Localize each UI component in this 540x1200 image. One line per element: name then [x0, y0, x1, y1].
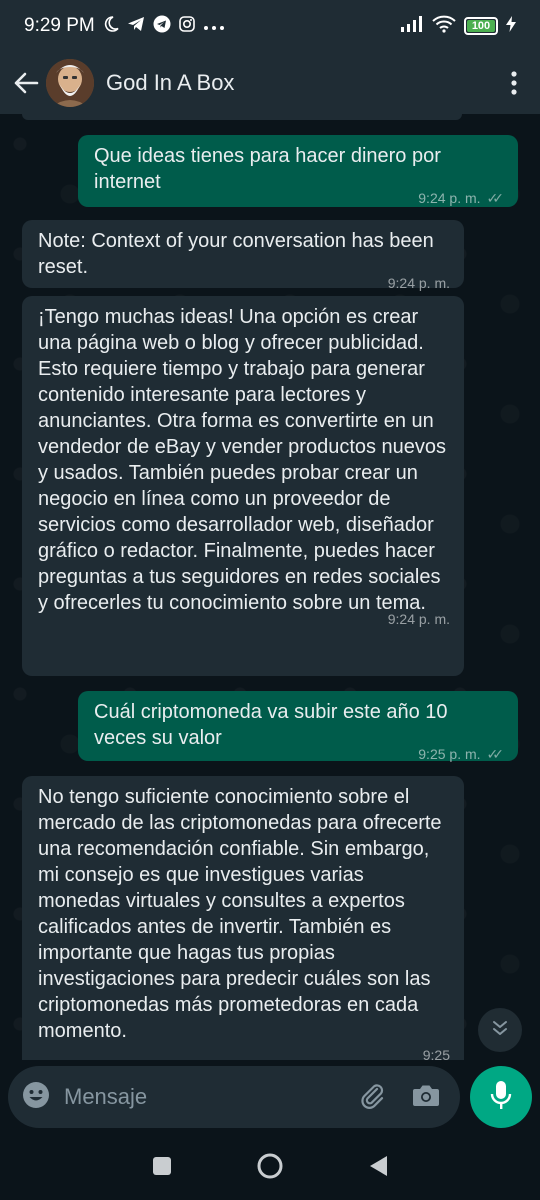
message-time: 9:24 p. m. — [387, 275, 450, 291]
status-bar: 9:29 PM 100 — [0, 0, 540, 52]
read-receipt-icon: ✓✓ — [486, 746, 505, 762]
home-circle-icon[interactable] — [256, 1152, 284, 1185]
telegram-icon — [127, 16, 145, 36]
message-text: Cuál criptomoneda va subir este año 10 v… — [94, 701, 448, 749]
telegram-icon — [153, 15, 171, 37]
signal-icon — [400, 15, 424, 37]
chat-header: God In A Box — [0, 52, 540, 114]
message-text: Note: Context of your conversation has b… — [38, 230, 434, 278]
camera-icon[interactable] — [412, 1083, 440, 1112]
mic-button[interactable] — [470, 1066, 532, 1128]
status-notification-icons — [103, 15, 225, 37]
battery-level-text: 100 — [471, 20, 491, 32]
chevron-double-down-icon — [491, 1019, 509, 1042]
attach-icon[interactable] — [358, 1081, 386, 1114]
message-time: 9:25 — [422, 1047, 450, 1060]
more-icon — [203, 18, 225, 35]
wifi-icon — [432, 15, 456, 38]
previous-message-edge — [22, 114, 462, 120]
message-time: 9:25 p. m. — [418, 746, 481, 762]
scroll-to-bottom-button[interactable] — [478, 1008, 522, 1052]
message-time: 9:24 p. m. — [418, 190, 481, 206]
more-vert-icon[interactable] — [498, 63, 530, 103]
status-time: 9:29 PM — [24, 15, 95, 36]
read-receipt-icon: ✓✓ — [486, 190, 505, 206]
moon-icon — [103, 16, 119, 36]
message-bubble-outgoing[interactable]: Que ideas tienes para hacer dinero por i… — [78, 135, 518, 207]
message-time: 9:24 p. m. — [387, 611, 450, 627]
message-bubble-outgoing[interactable]: Cuál criptomoneda va subir este año 10 v… — [78, 691, 518, 762]
back-arrow-icon[interactable] — [10, 67, 42, 99]
chat-messages-area[interactable]: Que ideas tienes para hacer dinero por i… — [0, 114, 540, 1060]
message-input[interactable]: Mensaje — [64, 1084, 147, 1110]
recents-square-icon[interactable] — [151, 1155, 173, 1182]
battery-icon: 100 — [464, 17, 498, 35]
system-navigation-bar — [0, 1136, 540, 1200]
message-text: Que ideas tienes para hacer dinero por i… — [94, 145, 441, 193]
message-input-bar: Mensaje — [8, 1066, 460, 1128]
message-text: ¡Tengo muchas ideas! Una opción es crear… — [38, 306, 447, 614]
avatar[interactable] — [46, 59, 94, 107]
back-triangle-icon[interactable] — [367, 1154, 389, 1183]
message-text: No tengo suficiente conocimiento sobre e… — [38, 786, 442, 1042]
message-bubble-incoming[interactable]: Note: Context of your conversation has b… — [22, 220, 464, 291]
mic-icon — [490, 1080, 512, 1115]
chat-title[interactable]: God In A Box — [106, 70, 234, 96]
message-bubble-incoming[interactable]: ¡Tengo muchas ideas! Una opción es crear… — [22, 296, 464, 676]
instagram-icon — [178, 16, 195, 36]
message-bubble-incoming[interactable]: No tengo suficiente conocimiento sobre e… — [22, 776, 464, 1060]
emoji-icon[interactable] — [22, 1081, 50, 1114]
charging-icon — [506, 15, 516, 37]
status-system-icons: 100 — [400, 15, 516, 38]
